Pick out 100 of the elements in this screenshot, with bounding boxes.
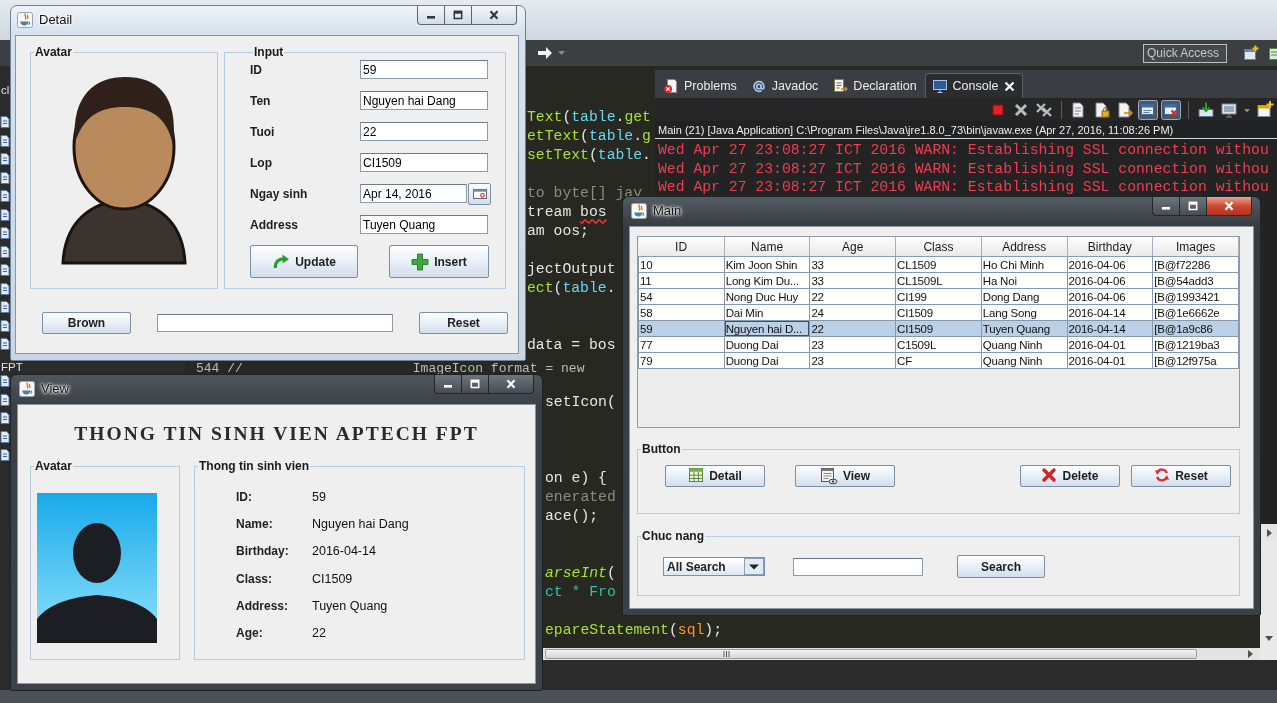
table-cell: 23 (809, 336, 896, 353)
column-header[interactable]: Birthday (1067, 237, 1153, 257)
document-icon[interactable] (0, 245, 10, 258)
console-tab[interactable]: Problems (657, 73, 743, 98)
console-tab[interactable]: Declaration (826, 73, 923, 98)
document-icon[interactable] (0, 190, 10, 203)
document-arrow-icon[interactable] (1115, 99, 1135, 120)
column-header[interactable]: Age (809, 237, 896, 257)
close-button[interactable] (1207, 197, 1252, 216)
down-arrow-icon[interactable] (1263, 635, 1274, 642)
delete-button[interactable]: Delete (1020, 465, 1120, 487)
console-line: Wed Apr 27 23:08:27 ICT 2016 WARN: Establishing SSL connection withou (658, 160, 1269, 177)
table-cell: Dai Min (724, 304, 810, 321)
group-title: Button (641, 442, 682, 456)
document-icon[interactable] (0, 393, 10, 406)
column-header[interactable]: Images (1152, 237, 1239, 257)
field-label: Ngay sinh (250, 186, 309, 201)
table-cell: [B@1993421 (1152, 288, 1239, 305)
form-eye-icon (819, 467, 838, 485)
cross-icon (1041, 467, 1058, 485)
minimize-button[interactable] (434, 375, 462, 394)
document-icon[interactable] (0, 375, 10, 388)
window-cross-icon[interactable] (1161, 99, 1181, 120)
column-header[interactable]: ID (638, 237, 725, 257)
minimize-button[interactable] (417, 6, 445, 25)
console-tab[interactable]: Javadoc (744, 73, 825, 98)
caret-icon[interactable] (558, 51, 565, 55)
document-icon[interactable] (0, 134, 10, 147)
reset-button[interactable]: Reset (419, 312, 508, 334)
java-cup-icon[interactable] (631, 203, 647, 219)
java-cup-icon[interactable] (17, 12, 33, 28)
caret-icon (744, 558, 764, 575)
java-cup-icon[interactable] (19, 381, 35, 397)
text-field[interactable]: Tuyen Quang (360, 215, 488, 234)
tree-item-label[interactable]: cl (1, 84, 10, 95)
document-icon[interactable] (0, 449, 10, 462)
table-cell: 11 (638, 272, 725, 289)
document-icon[interactable] (0, 227, 10, 240)
document-icon[interactable] (0, 430, 10, 443)
right-arrow-icon[interactable] (1265, 527, 1273, 538)
quick-access-field[interactable]: Quick Access (1143, 43, 1227, 63)
detail-button[interactable]: Detail (665, 465, 765, 487)
search-button[interactable]: Search (957, 555, 1045, 578)
date-field[interactable]: Apr 14, 2016 (360, 184, 467, 203)
update-button[interactable]: Update (250, 245, 358, 278)
browse-button[interactable]: Brown (42, 312, 131, 334)
maximize-button[interactable] (445, 6, 472, 25)
document-icon[interactable] (0, 412, 10, 425)
document-icon[interactable] (0, 153, 10, 166)
text-field[interactable]: CI1509 (360, 153, 488, 172)
minimize-button[interactable] (1152, 197, 1180, 216)
tree-item-label[interactable]: FPT (1, 362, 23, 372)
column-header[interactable]: Address (981, 237, 1067, 257)
document-icon[interactable] (0, 208, 10, 221)
right-arrow-icon[interactable] (1247, 649, 1254, 659)
search-type-dropdown[interactable]: All Search (663, 557, 765, 576)
text-field[interactable]: Nguyen hai Dang (360, 91, 488, 110)
document-icon[interactable] (0, 282, 10, 295)
close-button[interactable] (472, 6, 517, 25)
code-line: tream bos (527, 202, 607, 222)
new-window-icon[interactable] (1243, 45, 1259, 61)
right-arrow-icon[interactable] (537, 45, 553, 61)
document-icon[interactable] (0, 338, 10, 351)
text-field[interactable]: 22 (360, 122, 488, 141)
document-icon[interactable] (0, 171, 10, 184)
maximize-icon (1187, 201, 1199, 211)
table-cell: Kim Joon Shin (724, 256, 810, 273)
search-field[interactable] (793, 557, 923, 576)
close-icon[interactable] (1003, 79, 1017, 93)
console-tab[interactable]: Console (924, 73, 1024, 98)
field-label: Ten (250, 93, 272, 108)
window-icon[interactable] (1138, 99, 1158, 120)
maximize-button[interactable] (1180, 197, 1207, 216)
document-icon[interactable] (0, 319, 10, 332)
calendar-button[interactable] (468, 182, 491, 205)
column-header[interactable]: Name (724, 237, 810, 257)
curved-arrow-icon (272, 252, 291, 271)
new-window-icon[interactable] (1255, 99, 1275, 120)
table-cell: 23 (809, 352, 896, 369)
view-button[interactable]: View (795, 465, 895, 487)
code-line: data = bos (527, 335, 616, 355)
document-icon[interactable] (0, 264, 10, 277)
table-cell: 22 (809, 320, 896, 337)
reset-button[interactable]: Reset (1131, 465, 1231, 487)
maximize-button[interactable] (462, 375, 489, 394)
close-button[interactable] (489, 375, 534, 394)
document-icon[interactable] (0, 301, 10, 314)
document-icon[interactable] (1268, 45, 1277, 61)
field-label: Name: (236, 517, 274, 532)
text-field[interactable]: 59 (360, 60, 488, 79)
code-line: jectOutput (527, 259, 616, 279)
scrollbar-thumb[interactable] (545, 649, 1197, 659)
file-path-field[interactable] (157, 314, 393, 332)
document-icon[interactable] (0, 116, 10, 129)
padlock-document-icon[interactable] (1092, 99, 1112, 120)
insert-button[interactable]: Insert (389, 245, 489, 278)
view-heading: THONG TIN SINH VIEN APTECH FPT (74, 422, 479, 446)
group-title: Avatar (34, 45, 73, 59)
table-cell: CI1509 (895, 320, 982, 337)
column-header[interactable]: Class (895, 237, 982, 257)
